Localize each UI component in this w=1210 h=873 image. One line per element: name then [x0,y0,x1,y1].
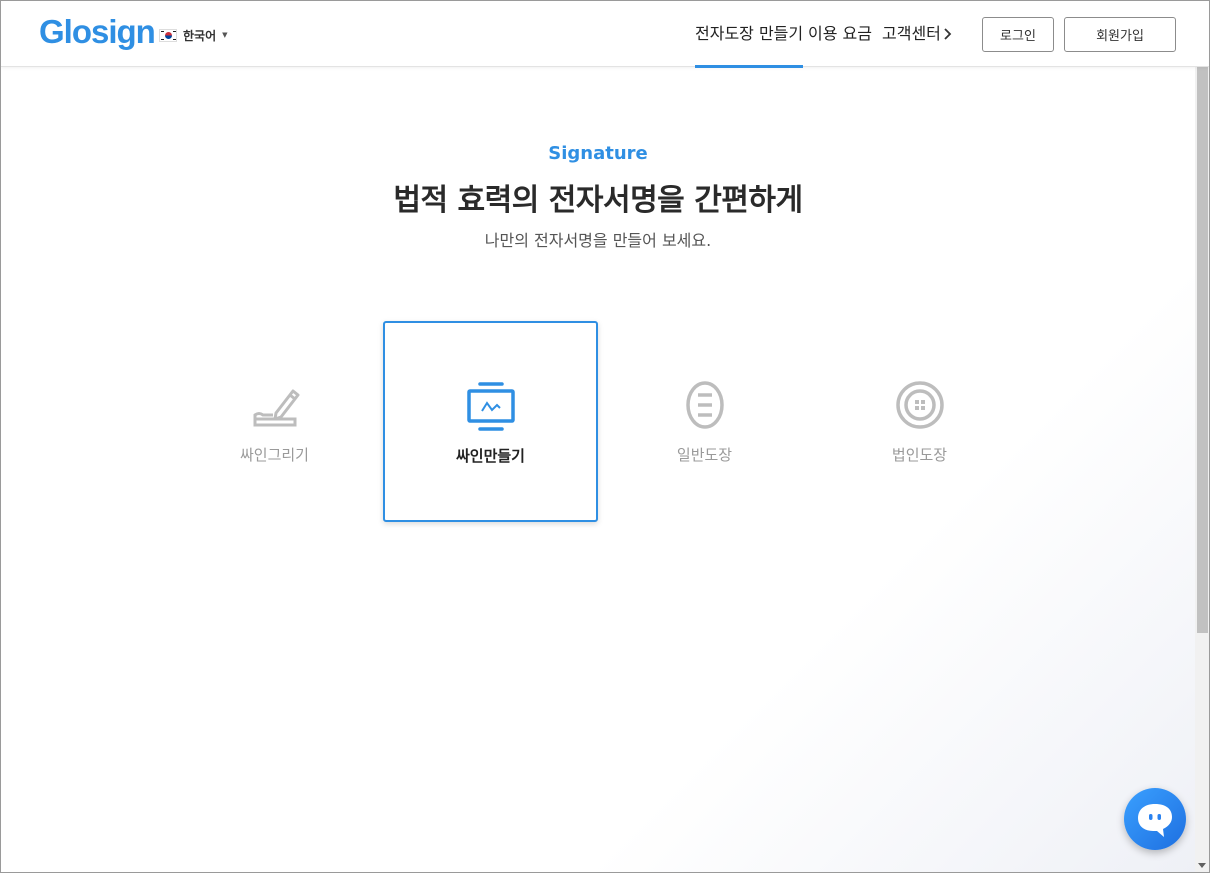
nav-support-label: 고객센터 [882,24,941,43]
caret-down-icon: ▼ [222,31,228,39]
scroll-down-arrow-icon[interactable] [1198,863,1206,868]
vertical-scrollbar[interactable] [1195,67,1209,872]
nav-stamp-maker-label: 전자도장 만들기 [695,24,804,43]
option-label: 일반도장 [676,446,733,464]
signup-button[interactable]: 회원가입 [1064,17,1176,52]
option-make-signature[interactable]: 싸인만들기 [383,321,598,522]
option-draw-signature[interactable]: 싸인그리기 [167,321,382,522]
option-label: 싸인그리기 [239,446,309,464]
browser-frame: Glosign 한국어 ▼ 전자도장 만들기 이용 요금 고객센터 로그인 회원… [0,0,1210,873]
language-label: 한국어 [183,28,217,43]
option-label: 법인도장 [891,446,948,464]
chevron-right-icon[interactable] [941,23,955,45]
pen-drawing-icon [253,389,299,427]
oval-stamp-icon [685,381,724,429]
nav-pricing[interactable]: 이용 요금 [808,1,872,67]
option-label: 싸인만들기 [455,447,525,465]
page-subtitle: 나만의 전자서명을 만들어 보세요. [484,231,712,250]
scrollbar-thumb[interactable] [1197,67,1208,633]
top-header: Glosign 한국어 ▼ 전자도장 만들기 이용 요금 고객센터 로그인 회원… [1,1,1209,68]
chat-button[interactable] [1124,788,1186,850]
glosign-logo[interactable]: Glosign [39,13,156,51]
language-selector[interactable]: 한국어 ▼ [159,25,228,45]
option-general-stamp[interactable]: 일반도장 [597,321,812,522]
nav-stamp-maker[interactable]: 전자도장 만들기 [695,1,804,68]
chat-bubble-icon [1138,804,1172,837]
page-title: 법적 효력의 전자서명을 간편하게 [393,183,803,218]
login-button[interactable]: 로그인 [982,17,1054,52]
section-kicker: Signature [548,143,648,164]
nav-support[interactable]: 고객센터 [882,1,941,67]
signature-monitor-icon [466,382,515,431]
korea-flag-icon [159,28,177,42]
option-corporate-seal[interactable]: 법인도장 [812,321,1027,522]
round-seal-icon [895,381,944,429]
nav-pricing-label: 이용 요금 [808,24,872,43]
